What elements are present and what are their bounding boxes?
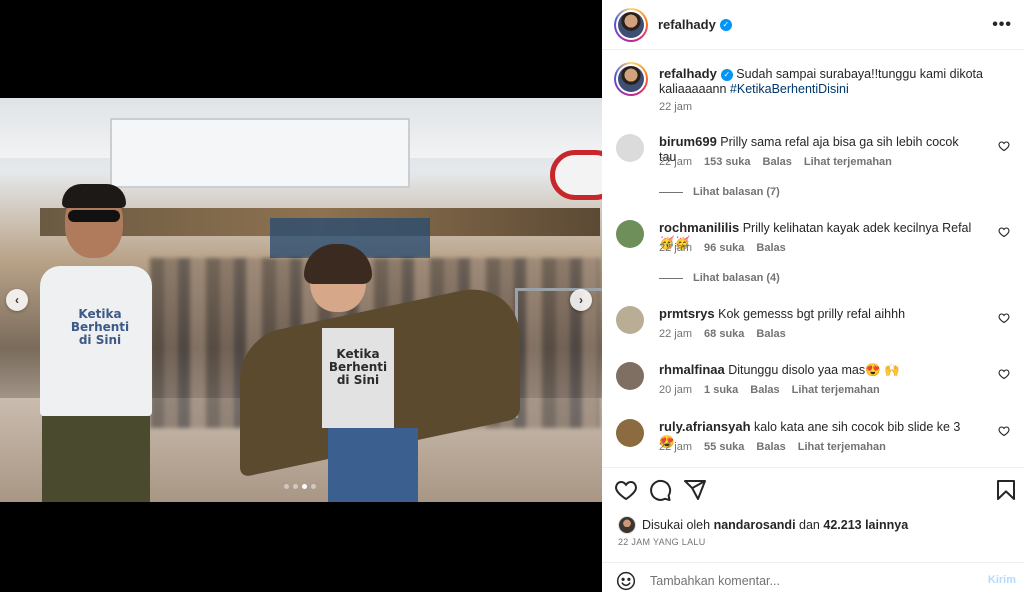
heart-icon[interactable] (998, 312, 1010, 324)
likes-count[interactable]: 42.213 lainnya (823, 518, 908, 532)
liker-avatar[interactable] (618, 516, 636, 534)
comment-time[interactable]: 20 jam (659, 384, 692, 396)
commenter-username[interactable]: rochmanililis (659, 220, 739, 235)
heart-icon[interactable] (614, 478, 638, 502)
post-photo: Ketika Berhenti di Sini Ketika Berhenti … (0, 98, 602, 502)
photo-person-man: Ketika Berhenti di Sini (20, 184, 170, 502)
commenter-username[interactable]: birum699 (659, 134, 717, 149)
commenter-avatar[interactable] (616, 362, 644, 390)
shirt-text-woman: Ketika Berhenti di Sini (328, 347, 388, 387)
author-avatar[interactable] (614, 7, 648, 42)
comment-input[interactable] (650, 571, 970, 591)
liker-username[interactable]: nandarosandi (714, 518, 796, 532)
bookmark-icon[interactable] (994, 478, 1018, 502)
comment-reply-button[interactable]: Balas (750, 384, 779, 396)
comment-translate-button[interactable]: Lihat terjemahan (798, 441, 886, 453)
comment-reply-button[interactable]: Balas (763, 156, 792, 168)
comment-bubble-icon[interactable] (648, 478, 672, 502)
commenter-avatar[interactable] (616, 134, 644, 162)
comment-meta: 22 jam 153 suka Balas Lihat terjemahan (659, 156, 892, 168)
comment-text: Ditunggu disolo yaa mas😍 🙌 (728, 363, 900, 377)
more-horizontal-icon[interactable]: ••• (992, 16, 1012, 34)
carousel-dot (284, 484, 289, 489)
comment-time[interactable]: 22 jam (659, 242, 692, 254)
commenter-avatar[interactable] (616, 306, 644, 334)
comment-likes[interactable]: 96 suka (704, 242, 744, 254)
heart-icon[interactable] (998, 425, 1010, 437)
emoji-smile-icon[interactable] (616, 571, 636, 591)
commenter-username[interactable]: prmtsrys (659, 306, 715, 321)
comments-section[interactable]: refalhady ✓ Sudah sampai surabaya!!tunggu… (602, 50, 1024, 468)
carousel-dot (302, 484, 307, 489)
comment-likes[interactable]: 1 suka (704, 384, 738, 396)
comment-reply-button[interactable]: Balas (756, 441, 785, 453)
post-time-ago[interactable]: 22 JAM YANG LALU (618, 537, 706, 547)
photo-store-sign (550, 150, 602, 200)
comment-translate-button[interactable]: Lihat terjemahan (792, 384, 880, 396)
comment-translate-button[interactable]: Lihat terjemahan (804, 156, 892, 168)
commenter-username[interactable]: ruly.afriansyah (659, 419, 751, 434)
paper-plane-icon[interactable] (683, 478, 707, 502)
chevron-left-icon: ‹ (15, 293, 19, 307)
commenter-username[interactable]: rhmalfinaa (659, 362, 725, 377)
action-bar (602, 478, 1024, 502)
post-side-panel: refalhady ✓ ••• refalhady ✓ Sudah sampai … (602, 0, 1024, 592)
post-header: refalhady ✓ ••• (602, 0, 1024, 50)
comment-meta: 22 jam 96 suka Balas (659, 242, 786, 254)
comment-meta: 22 jam 68 suka Balas (659, 328, 786, 340)
likes-summary: Disukai oleh nandarosandi dan 42.213 lai… (618, 516, 908, 534)
post-comment-button[interactable]: Kirim (988, 574, 1016, 586)
commenter-avatar[interactable] (616, 419, 644, 447)
carousel-next-button[interactable]: › (570, 289, 592, 311)
comment-meta: 22 jam 55 suka Balas Lihat terjemahan (659, 441, 886, 453)
shirt-text-man: Ketika Berhenti di Sini (70, 307, 130, 347)
caption-hashtag[interactable]: #KetikaBerhentiDisini (730, 82, 849, 96)
comment-meta: 20 jam 1 suka Balas Lihat terjemahan (659, 384, 880, 396)
post-media: Ketika Berhenti di Sini Ketika Berhenti … (0, 0, 602, 592)
verified-badge-icon: ✓ (719, 18, 732, 31)
view-replies-button[interactable]: Lihat balasan (4) (659, 272, 780, 284)
photo-window (110, 118, 410, 188)
caption-time: 22 jam (659, 101, 693, 113)
comment-reply-button[interactable]: Balas (756, 328, 785, 340)
chevron-right-icon: › (579, 293, 583, 307)
heart-icon[interactable] (998, 226, 1010, 238)
carousel-prev-button[interactable]: ‹ (6, 289, 28, 311)
carousel-dot (311, 484, 316, 489)
author-username[interactable]: refalhady (658, 17, 716, 32)
add-comment-bar: Kirim (602, 562, 1024, 592)
comment-time[interactable]: 22 jam (659, 156, 692, 168)
photo-person-woman: Ketika Berhenti di Sini (240, 244, 520, 502)
comment-likes[interactable]: 55 suka (704, 441, 744, 453)
caption-avatar[interactable] (614, 62, 648, 96)
carousel-dot (293, 484, 298, 489)
comment-likes[interactable]: 153 suka (704, 156, 750, 168)
comment-text: Kok gemesss bgt prilly refal aihhh (718, 307, 906, 321)
heart-icon[interactable] (998, 368, 1010, 380)
comment-time[interactable]: 22 jam (659, 441, 692, 453)
carousel-dots (284, 484, 316, 489)
commenter-avatar[interactable] (616, 220, 644, 248)
verified-badge-icon: ✓ (720, 68, 733, 81)
comment-likes[interactable]: 68 suka (704, 328, 744, 340)
comment-time[interactable]: 22 jam (659, 328, 692, 340)
view-replies-button[interactable]: Lihat balasan (7) (659, 186, 780, 198)
comment-reply-button[interactable]: Balas (756, 242, 785, 254)
caption-username[interactable]: refalhady (659, 66, 717, 81)
heart-icon[interactable] (998, 140, 1010, 152)
